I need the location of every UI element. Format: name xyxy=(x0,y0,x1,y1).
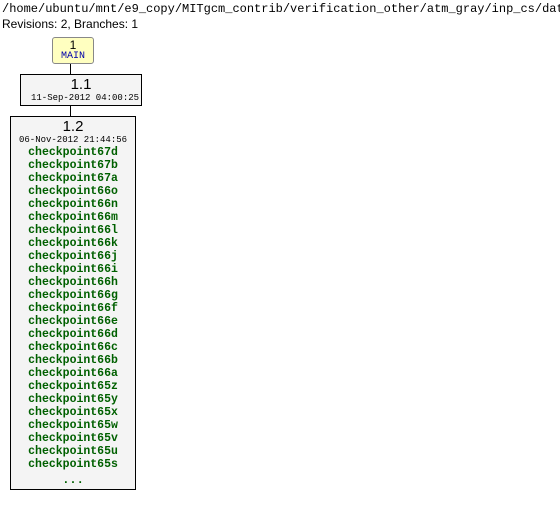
tag: checkpoint66e xyxy=(19,315,127,328)
tag: checkpoint66k xyxy=(19,237,127,250)
revision-date: 06-Nov-2012 21:44:56 xyxy=(19,135,127,145)
tag: checkpoint66c xyxy=(19,341,127,354)
tag: checkpoint65x xyxy=(19,406,127,419)
tag: checkpoint65w xyxy=(19,419,127,432)
tag: checkpoint67d xyxy=(19,146,127,159)
tag: checkpoint66o xyxy=(19,185,127,198)
tag: checkpoint66h xyxy=(19,276,127,289)
tag: checkpoint67b xyxy=(19,159,127,172)
tag: checkpoint65u xyxy=(19,445,127,458)
tag: checkpoint66g xyxy=(19,289,127,302)
tag: checkpoint66d xyxy=(19,328,127,341)
revisions-summary: Revisions: 2, Branches: 1 xyxy=(2,17,558,31)
tag: checkpoint66i xyxy=(19,263,127,276)
revision-number: 1.1 xyxy=(31,76,131,93)
revision-graph: 1 MAIN 1.1 11-Sep-2012 04:00:25 1.2 06-N… xyxy=(6,37,558,490)
page-root: /home/ubuntu/mnt/e9_copy/MITgcm_contrib/… xyxy=(0,0,560,498)
branch-badge[interactable]: 1 MAIN xyxy=(52,37,94,64)
revision-number: 1.2 xyxy=(19,118,127,135)
tag: checkpoint65v xyxy=(19,432,127,445)
file-path: /home/ubuntu/mnt/e9_copy/MITgcm_contrib/… xyxy=(2,2,558,16)
revision-box-1-2[interactable]: 1.2 06-Nov-2012 21:44:56 checkpoint67dch… xyxy=(10,116,136,490)
tag: checkpoint65z xyxy=(19,380,127,393)
tag: checkpoint66a xyxy=(19,367,127,380)
tag: checkpoint65s xyxy=(19,458,127,471)
branch-name: MAIN xyxy=(61,52,85,62)
tag: checkpoint65y xyxy=(19,393,127,406)
graph-connector xyxy=(70,64,71,74)
tag: checkpoint66m xyxy=(19,211,127,224)
tag: checkpoint66n xyxy=(19,198,127,211)
tag: checkpoint66l xyxy=(19,224,127,237)
tag: checkpoint67a xyxy=(19,172,127,185)
tag: checkpoint66b xyxy=(19,354,127,367)
tag-ellipsis: ... xyxy=(19,473,127,487)
tag: checkpoint66f xyxy=(19,302,127,315)
branch-number: 1 xyxy=(61,38,85,52)
tag-list: checkpoint67dcheckpoint67bcheckpoint67ac… xyxy=(19,146,127,471)
graph-connector xyxy=(70,106,71,116)
revision-box-1-1[interactable]: 1.1 11-Sep-2012 04:00:25 xyxy=(20,74,142,106)
revision-date: 11-Sep-2012 04:00:25 xyxy=(31,93,131,103)
tag: checkpoint66j xyxy=(19,250,127,263)
